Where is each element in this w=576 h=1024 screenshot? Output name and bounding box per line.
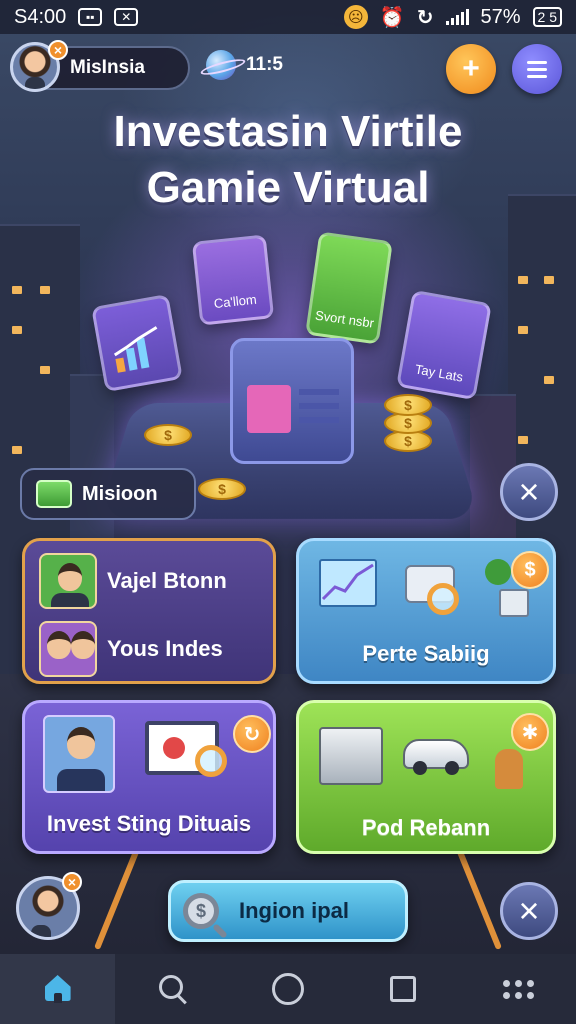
magnifier-icon: [427, 583, 459, 615]
signal-icon: [445, 9, 469, 25]
close-button[interactable]: ×: [500, 463, 558, 521]
apps-grid-icon: [502, 979, 534, 999]
menu-button[interactable]: [512, 44, 562, 94]
pod-tile[interactable]: ✱ Pod Rebann: [296, 700, 556, 854]
search-icon: [158, 975, 187, 1003]
nav-apps[interactable]: [461, 954, 576, 1024]
status-time: S4:00: [14, 5, 67, 28]
bar-chart-icon: [113, 326, 158, 373]
search-action-label: Ingion ipal: [239, 898, 349, 923]
profile-badge-icon[interactable]: ×: [48, 40, 68, 60]
nav-search[interactable]: [115, 954, 230, 1024]
hamburger-icon: [527, 60, 547, 78]
status-bar: S4:00 ▪▪ ✕ ☹ ⏰ ↻ 57% 2 5: [0, 0, 576, 34]
person-row-2-label: Yous Indes: [107, 636, 223, 661]
pod-tile-label: Pod Rebann: [361, 815, 491, 840]
businessman-avatar-icon: [39, 553, 97, 609]
circle-icon: [272, 973, 304, 1005]
callom-card-label: Ca'llom: [213, 291, 258, 312]
deer-icon: [495, 749, 523, 789]
emoji-icon: ☹: [343, 5, 368, 29]
person-row-1[interactable]: Vajel Btonn: [39, 553, 227, 609]
mission-button[interactable]: Misioon: [20, 468, 196, 520]
invest-tile[interactable]: ↻ Invest Sting Dituais: [22, 700, 276, 854]
mission-label: Misioon: [82, 482, 158, 505]
add-button[interactable]: +: [446, 44, 496, 94]
nav-circle[interactable]: [230, 954, 345, 1024]
dollar-badge-icon: $: [511, 551, 549, 589]
currency-amount: 11:5: [246, 54, 283, 75]
sync-icon: ↻: [416, 6, 434, 29]
person-row-2[interactable]: Yous Indes: [39, 621, 223, 677]
safe-icon: [319, 727, 383, 785]
sport-card: Svort nsbr: [305, 231, 393, 345]
perte-tile-label: Perte Sabiig: [362, 641, 490, 666]
notification-icon: ✕: [114, 8, 139, 26]
car-icon: [403, 739, 469, 775]
hero-machine-icon: [230, 338, 354, 464]
chart-card-icon: [91, 293, 183, 393]
profile-name: MisInsia: [70, 57, 145, 78]
callom-card: Ca'llom: [191, 234, 275, 326]
alarm-icon: ⏰: [379, 6, 405, 29]
person-row-1-label: Vajel Btonn: [107, 568, 227, 593]
line-chart-icon: [319, 559, 377, 607]
tree-icon: [485, 559, 511, 585]
bottom-nav-bar: [0, 954, 576, 1024]
battery-percent: 57%: [480, 5, 521, 28]
perte-tile[interactable]: $ Perte Sabiig: [296, 538, 556, 684]
coin-icon: $: [144, 424, 192, 446]
tay-card: Tay Lats: [396, 289, 492, 401]
search-action-button[interactable]: $ Ingion ipal: [168, 880, 408, 942]
currency-display: 11:5: [206, 50, 283, 80]
sport-card-label: Svort nsbr: [314, 307, 375, 331]
coin-icon: $: [198, 478, 246, 500]
home-icon: [43, 975, 73, 1003]
coin-stack-icon: $: [384, 394, 432, 416]
money-icon: [36, 480, 72, 508]
nav-home[interactable]: [0, 954, 116, 1024]
bottom-avatar-badge-icon[interactable]: ×: [62, 872, 82, 892]
game-title: Investasin Virtile Gamie Virtual: [0, 104, 576, 216]
duo-avatar-icon: [39, 621, 97, 677]
refresh-badge-icon: ↻: [233, 715, 271, 753]
people-tile[interactable]: Vajel Btonn Yous Indes: [22, 538, 276, 684]
title-line-2: Gamie Virtual: [146, 163, 430, 212]
magnifier-icon: [195, 745, 227, 777]
printer-icon: [499, 589, 529, 617]
coin-search-icon: $: [183, 893, 219, 929]
investor-portrait-icon: [43, 715, 115, 793]
tay-card-label: Tay Lats: [413, 361, 465, 385]
title-line-1: Investasin Virtile: [113, 107, 463, 156]
square-icon: [390, 976, 417, 1002]
nav-square[interactable]: [346, 954, 461, 1024]
media-icon: ▪▪: [78, 8, 103, 26]
planet-currency-icon: [206, 50, 236, 80]
star-badge-icon: ✱: [511, 713, 549, 751]
battery-icon: 2 5: [532, 7, 562, 27]
close-button-bottom[interactable]: ×: [500, 882, 558, 940]
invest-tile-label: Invest Sting Dituais: [46, 811, 252, 836]
